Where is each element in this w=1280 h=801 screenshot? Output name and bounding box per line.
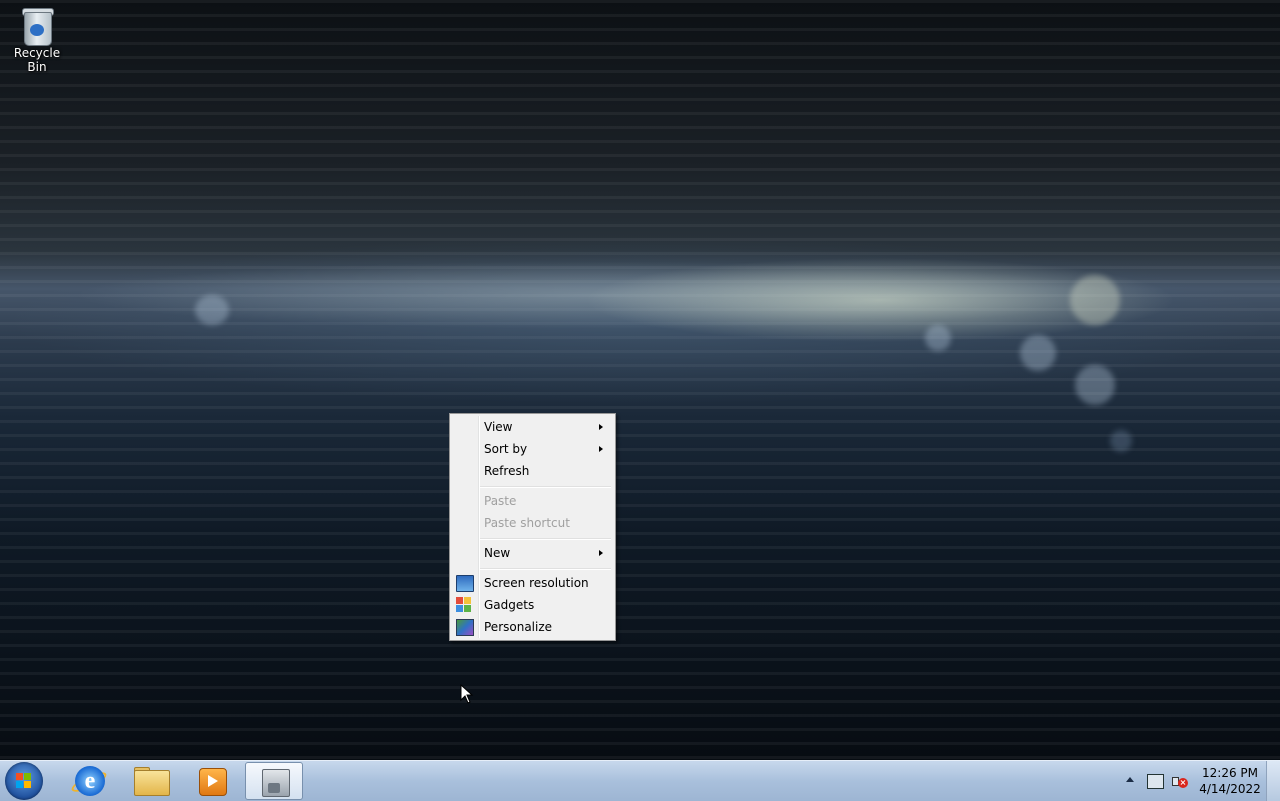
system-clock[interactable]: 12:26 PM 4/14/2022 [1196,765,1264,797]
menu-item-label: New [484,546,511,560]
play-icon [208,775,218,787]
volume-muted-icon[interactable]: × [1172,774,1188,788]
wallpaper-light [925,325,951,351]
menu-item-label: View [484,420,513,434]
wallpaper-light [1070,275,1120,325]
desktop[interactable]: Recycle Bin [0,0,1280,760]
menu-item-paste[interactable]: Paste [452,490,613,512]
wallpaper-light [1110,430,1132,452]
submenu-arrow-icon [599,424,603,430]
menu-item-view[interactable]: View [452,416,613,438]
internet-explorer-icon: e [75,766,105,796]
start-button[interactable] [5,762,43,800]
menu-item-label: Paste shortcut [484,516,570,530]
wallpaper-light [195,295,229,325]
network-icon[interactable] [1147,774,1164,789]
submenu-arrow-icon [599,550,603,556]
clock-time: 12:26 PM [1202,766,1258,780]
screen-resolution-icon [456,575,474,592]
menu-item-label: Sort by [484,442,528,456]
show-desktop-button[interactable] [1266,761,1280,801]
menu-separator [480,568,611,570]
windows-logo-icon [16,773,32,789]
menu-item-sort-by[interactable]: Sort by [452,438,613,460]
wallpaper-light [1075,365,1115,405]
recycle-bin-shortcut[interactable]: Recycle Bin [4,6,70,74]
desktop-context-menu: View Sort by Refresh Paste Paste shortcu… [449,413,616,641]
submenu-arrow-icon [599,446,603,452]
menu-item-new[interactable]: New [452,542,613,564]
personalize-icon [456,619,474,636]
menu-item-screen-resolution[interactable]: Screen resolution [452,572,613,594]
show-hidden-icons-icon[interactable] [1126,777,1134,782]
taskbar-media-player[interactable] [183,762,241,800]
menu-item-refresh[interactable]: Refresh [452,460,613,482]
taskbar: e × 12:26 PM 4/14/2022 [0,760,1280,801]
taskbar-internet-explorer[interactable]: e [61,762,119,800]
windows-explorer-icon [134,770,170,796]
gadgets-icon [456,597,472,612]
menu-separator [480,486,611,488]
wallpaper-light [1020,335,1056,371]
menu-item-label: Paste [484,494,517,508]
menu-item-gadgets[interactable]: Gadgets [452,594,613,616]
taskbar-admin-tools[interactable] [245,762,303,800]
menu-item-label: Personalize [484,620,553,634]
muted-x-icon: × [1178,778,1188,788]
taskbar-windows-explorer[interactable] [122,762,180,800]
recycle-bin-label: Recycle Bin [13,46,61,74]
menu-item-personalize[interactable]: Personalize [452,616,613,638]
menu-item-paste-shortcut[interactable]: Paste shortcut [452,512,613,534]
mouse-pointer-icon [460,684,474,704]
gear-icon [268,783,280,793]
menu-item-label: Screen resolution [484,576,589,590]
recycle-bin-icon [21,6,54,46]
menu-item-label: Refresh [484,464,530,478]
clock-date: 4/14/2022 [1199,782,1261,796]
menu-separator [480,538,611,540]
menu-item-label: Gadgets [484,598,535,612]
